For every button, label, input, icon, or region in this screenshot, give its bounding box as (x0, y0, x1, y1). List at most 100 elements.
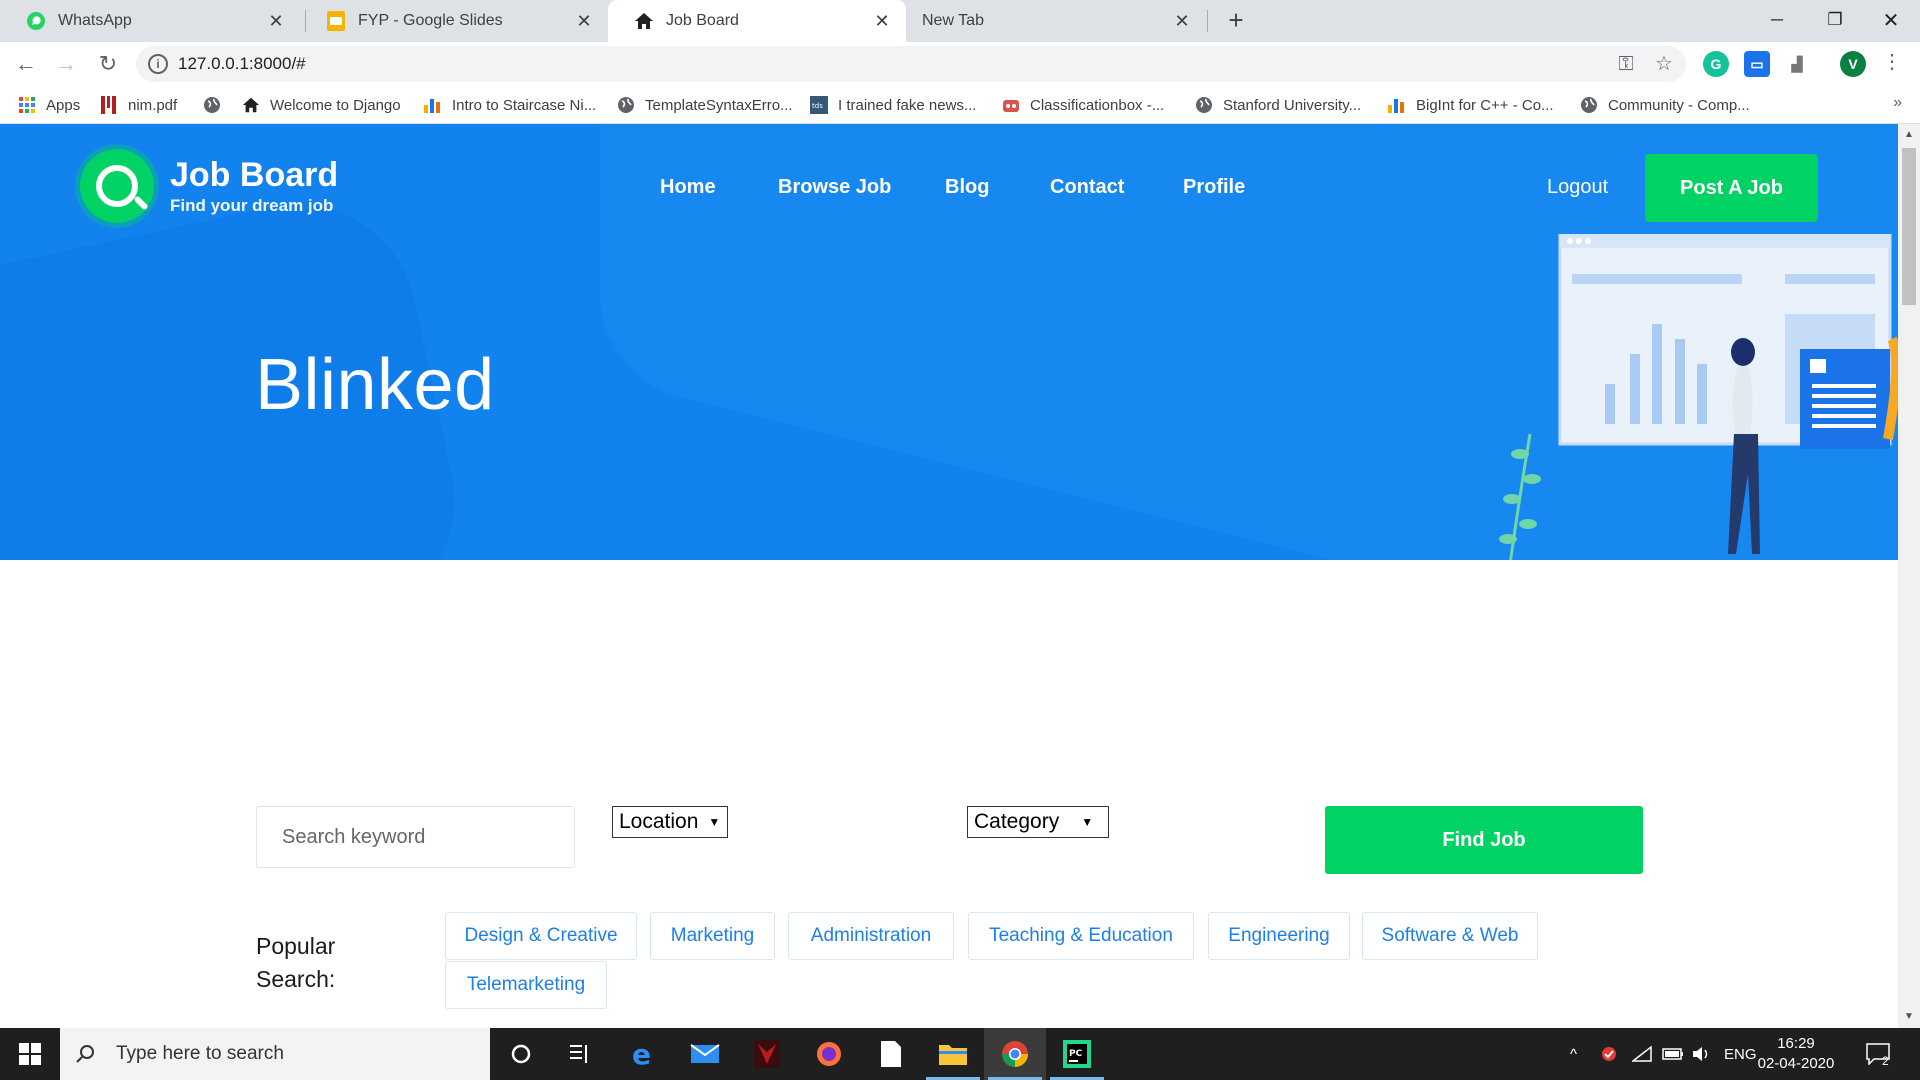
extension-chart-icon[interactable]: ▟ (1784, 51, 1810, 77)
site-logo[interactable]: Job Board Find your dream job (80, 149, 338, 223)
category-select-value: Category (974, 810, 1060, 833)
bookmark-welcome-to-django[interactable]: Welcome to Django (242, 95, 401, 115)
security-icon[interactable] (1600, 1028, 1618, 1080)
avatar[interactable]: V (1840, 51, 1866, 77)
scroll-down-icon[interactable]: ▼ (1902, 1010, 1916, 1024)
edge-app[interactable]: e (612, 1028, 674, 1080)
popular-tag[interactable]: Telemarketing (445, 961, 607, 1009)
popular-tag[interactable]: Engineering (1208, 912, 1350, 960)
reload-button[interactable]: ↻ (92, 48, 124, 80)
bookmark-nim-pdf[interactable]: nim.pdf (100, 95, 177, 115)
globe-icon (1580, 96, 1598, 114)
search-keyword-input[interactable] (256, 806, 575, 868)
minimize-button[interactable]: ─ (1748, 0, 1806, 40)
nav-profile[interactable]: Profile (1183, 176, 1245, 199)
menu-kebab-icon[interactable]: ⋮ (1880, 51, 1904, 75)
address-bar[interactable]: i 127.0.0.1:8000/# ⚿ ☆ (136, 46, 1686, 82)
volume-icon[interactable] (1692, 1028, 1712, 1080)
bookmark-classificationbox[interactable]: Classificationbox -... (1002, 95, 1164, 115)
pycharm-app[interactable]: PC (1046, 1028, 1108, 1080)
nav-browse-job[interactable]: Browse Job (778, 176, 891, 199)
tab-job-board[interactable]: Job Board ✕ (608, 0, 906, 42)
back-button[interactable]: ← (10, 48, 42, 80)
mail-app[interactable] (674, 1028, 736, 1080)
category-select[interactable]: Category ▼ (967, 806, 1109, 838)
close-tab-icon[interactable]: ✕ (574, 11, 594, 31)
restore-button[interactable]: ❐ (1806, 0, 1864, 40)
scroll-up-icon[interactable]: ▲ (1902, 128, 1916, 142)
logout-link[interactable]: Logout (1547, 176, 1608, 199)
scrollbar-thumb[interactable] (1902, 148, 1916, 305)
search-icon (76, 1045, 94, 1063)
wifi-icon[interactable] (1632, 1028, 1652, 1080)
pycharm-icon: PC (1063, 1040, 1091, 1068)
language-indicator[interactable]: ENG (1724, 1028, 1757, 1080)
post-a-job-button[interactable]: Post A Job (1645, 154, 1818, 222)
notepad-app[interactable] (860, 1028, 922, 1080)
tab-title: Job Board (666, 12, 739, 29)
cortana-button[interactable] (490, 1028, 552, 1080)
predator-app[interactable] (736, 1028, 798, 1080)
nav-contact[interactable]: Contact (1050, 176, 1124, 199)
dashboard-illustration (1499, 234, 1898, 560)
forward-button[interactable]: → (50, 48, 82, 80)
popular-search-label: Popular Search: (256, 933, 336, 992)
popular-tag[interactable]: Design & Creative (445, 912, 637, 960)
bookmarks-bar: Apps nim.pdf Welcome to Django Intro to … (0, 86, 1920, 124)
firefox-app[interactable] (798, 1028, 860, 1080)
bookmark-label: I trained fake news... (838, 96, 977, 114)
bookmark-globe[interactable] (203, 95, 231, 115)
bookmark-label: TemplateSyntaxErro... (645, 96, 793, 114)
file-explorer-app[interactable] (922, 1028, 984, 1080)
show-hidden-icons[interactable]: ^ (1570, 1028, 1577, 1080)
bookmark-label: BigInt for C++ - Co... (1416, 96, 1554, 114)
nav-home[interactable]: Home (660, 176, 716, 199)
popular-tag[interactable]: Administration (788, 912, 954, 960)
close-window-button[interactable]: ✕ (1862, 0, 1920, 40)
page-scrollbar[interactable]: ▲ ▼ (1898, 124, 1920, 1028)
close-tab-icon[interactable]: ✕ (1172, 11, 1192, 31)
bookmark-label: Community - Comp... (1608, 96, 1750, 114)
windows-logo-icon (19, 1043, 41, 1065)
page-viewport: Job Board Find your dream job Home Brows… (0, 124, 1898, 1028)
bookmark-stanford[interactable]: Stanford University... (1195, 95, 1361, 115)
nav-blog[interactable]: Blog (945, 176, 989, 199)
popular-tag[interactable]: Teaching & Education (968, 912, 1194, 960)
system-clock[interactable]: 16:29 02-04-2020 (1756, 1034, 1836, 1074)
bookmark-fake-news[interactable]: tds I trained fake news... (810, 95, 976, 115)
bookmark-community[interactable]: Community - Comp... (1580, 95, 1750, 115)
close-tab-icon[interactable]: ✕ (872, 11, 892, 31)
bar-chart-icon (1388, 96, 1406, 114)
battery-icon[interactable] (1662, 1028, 1684, 1080)
start-button[interactable] (0, 1028, 60, 1080)
taskbar-search-box[interactable]: Type here to search (60, 1028, 490, 1080)
bookmark-bigint[interactable]: BigInt for C++ - Co... (1388, 95, 1554, 115)
firefox-icon (817, 1042, 841, 1066)
tab-whatsapp[interactable]: WhatsApp ✕ (0, 0, 300, 42)
task-view-button[interactable] (550, 1028, 612, 1080)
grammarly-icon[interactable]: G (1703, 51, 1729, 77)
windows-taskbar: Type here to search e PC ^ ENG 16:29 02-… (0, 1028, 1920, 1080)
close-tab-icon[interactable]: ✕ (266, 11, 286, 31)
screen: WhatsApp ✕ FYP - Google Slides ✕ Job Boa… (0, 0, 1920, 1080)
new-tab-button[interactable]: + (1222, 7, 1250, 35)
chrome-app[interactable] (984, 1028, 1046, 1080)
dropdown-arrow-icon: ▼ (708, 815, 721, 829)
more-bookmarks-icon[interactable]: » (1893, 94, 1902, 112)
tab-title: New Tab (922, 12, 984, 29)
find-job-button[interactable]: Find Job (1325, 806, 1643, 874)
bookmark-intro-staircase[interactable]: Intro to Staircase Ni... (424, 95, 596, 115)
extension-screen-icon[interactable]: ▭ (1744, 51, 1770, 77)
tab-fyp-google-slides[interactable]: FYP - Google Slides ✕ (300, 0, 608, 42)
popular-tag[interactable]: Software & Web (1362, 912, 1538, 960)
bookmark-templatesyntaxerror[interactable]: TemplateSyntaxErro... (617, 95, 793, 115)
site-info-icon[interactable]: i (148, 54, 168, 74)
key-icon[interactable]: ⚿ (1614, 53, 1638, 77)
popular-tag[interactable]: Marketing (650, 912, 775, 960)
bookmark-apps[interactable]: Apps (18, 95, 80, 115)
star-icon[interactable]: ☆ (1652, 53, 1676, 77)
notification-center-icon[interactable]: 2 (1866, 1028, 1890, 1080)
folder-icon (939, 1045, 967, 1065)
tab-new-tab[interactable]: New Tab ✕ (906, 0, 1206, 42)
location-select[interactable]: Location ▼ (612, 806, 728, 838)
